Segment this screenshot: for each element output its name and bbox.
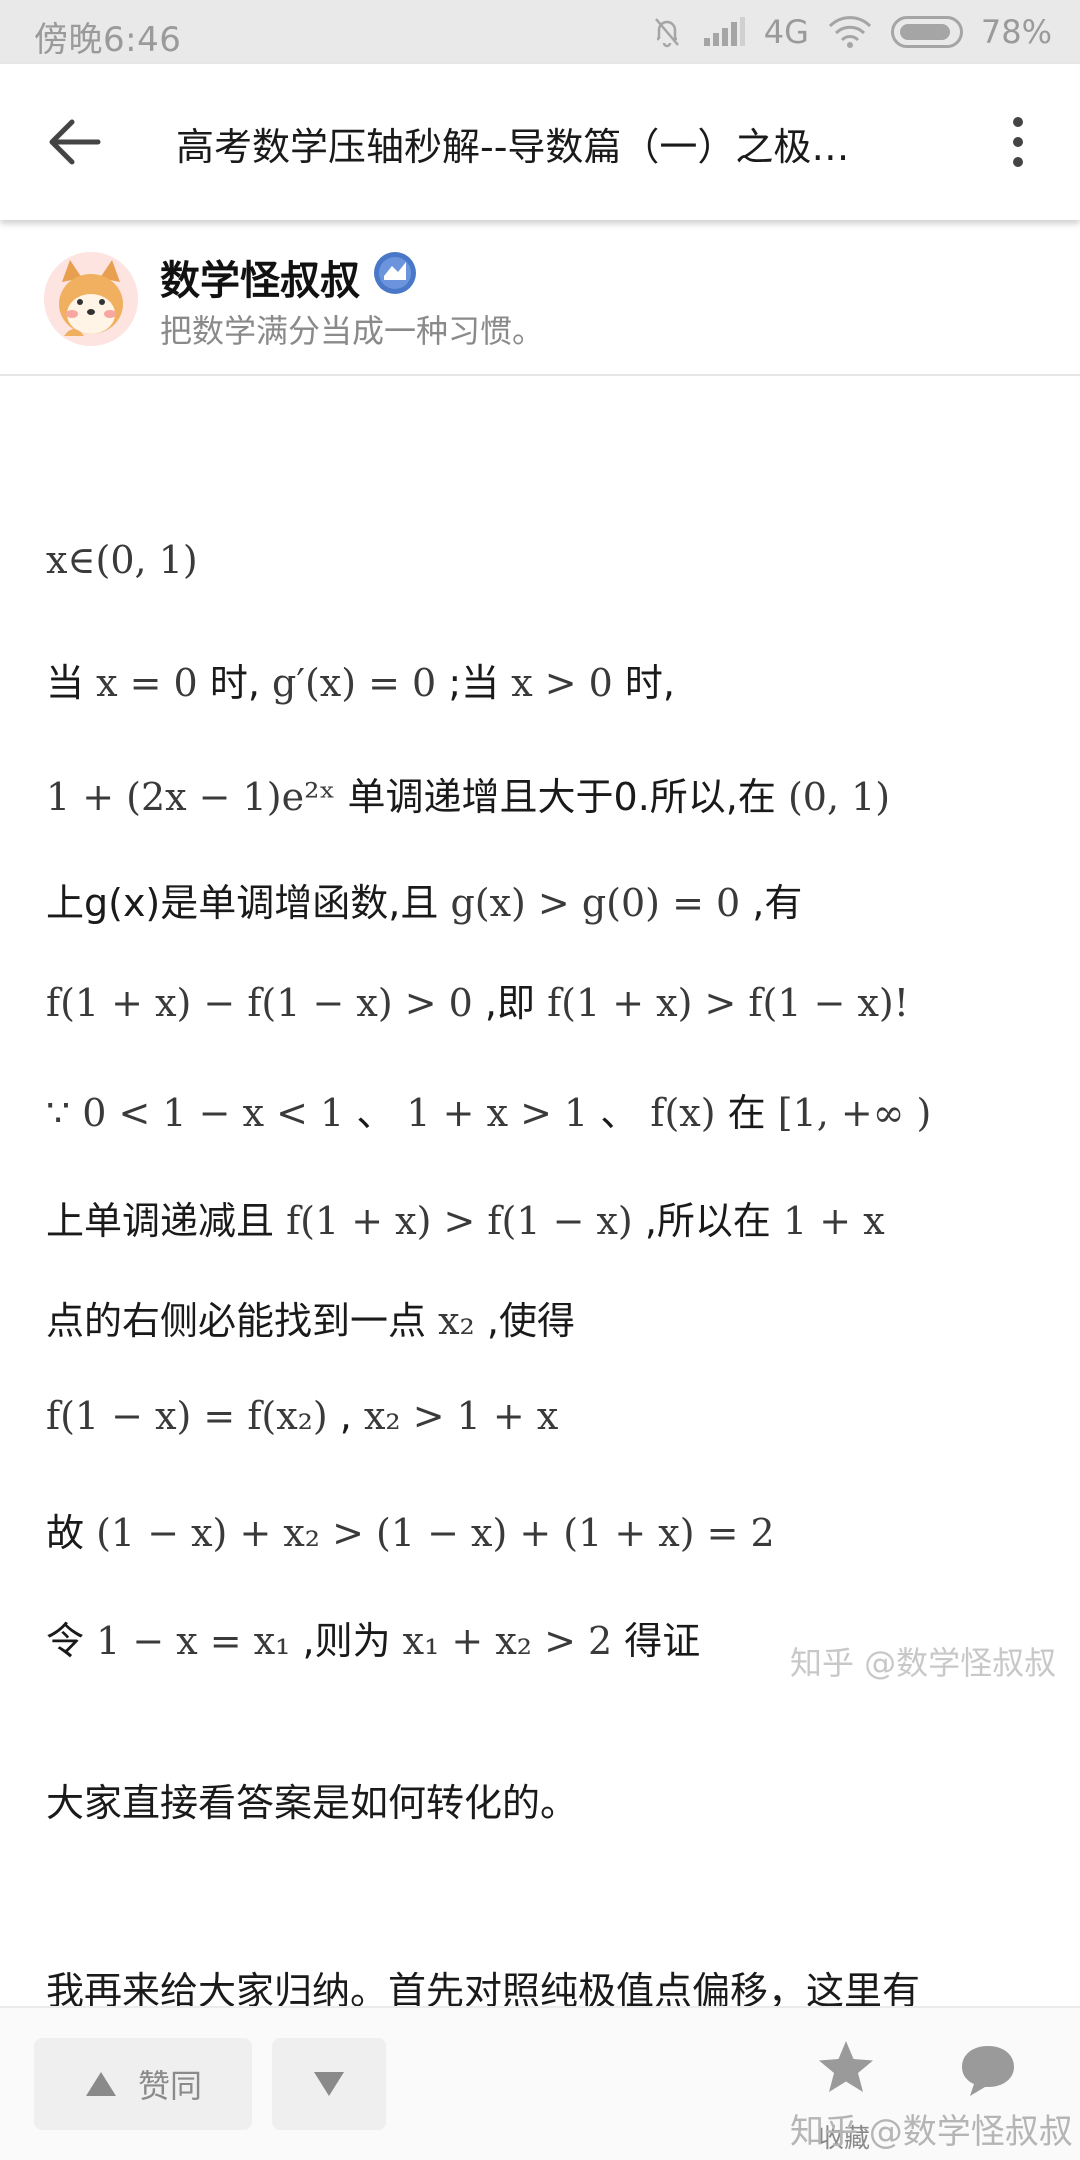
signal-icon [703,17,745,46]
text: 、 [600,1091,639,1135]
text: ,所以在 [644,1199,771,1243]
text: 时, [209,661,260,705]
mute-bell-icon [654,18,679,48]
vote-up-button[interactable]: 赞同 [34,2038,252,2130]
shiba-avatar-icon [44,252,138,346]
text: ,使得 [486,1299,575,1343]
article-title: 高考数学压轴秒解--导数篇（一）之极… [176,125,850,169]
comment-bubble-icon[interactable] [958,2042,1018,2098]
avatar[interactable] [44,252,138,346]
paragraph-line: 令 1 − x = x₁ ,则为 x₁ + x₂ > 2 得证 [46,1610,700,1665]
app-bar: 高考数学压轴秒解--导数篇（一）之极… [0,64,1080,220]
bottom-action-bar: 赞同 收藏 知乎 @数学怪叔叔 [0,2006,1080,2160]
status-time: 傍晚6:46 [34,20,182,60]
formula: f(1 + x) > f(1 − x)! [547,981,910,1025]
vote-down-button[interactable] [272,2038,386,2130]
text: 单调递增且大于0.所以,在 [347,775,776,819]
formula: x > 0 [511,661,613,705]
author-row[interactable]: 数学怪叔叔 把数学满分当成一种习惯。 [0,226,1080,376]
text: , [339,1394,352,1438]
text: 故 [46,1511,85,1555]
formula: 1 − x = x₁ [96,1619,291,1663]
formula: f(1 + x) > f(1 − x) [286,1199,633,1243]
paragraph: 大家直接看答案是如何转化的。 [46,1781,579,1825]
paragraph-line: 点的右侧必能找到一点 x₂ ,使得 [46,1290,575,1345]
paragraph-line: f(1 + x) − f(1 − x) > 0 ,即 f(1 + x) > f(… [46,972,909,1027]
text: 、 [356,1091,395,1135]
paragraph-line: 故 (1 − x) + x₂ > (1 − x) + (1 + x) = 2 [46,1502,775,1557]
paragraph-line: 上单调递减且 f(1 + x) > f(1 − x) ,所以在 1 + x [46,1190,885,1245]
text: 得证 [624,1619,701,1663]
paragraph-line: f(1 − x) = f(x₂) , x₂ > 1 + x [46,1394,558,1438]
formula: g′(x) = 0 [272,661,437,705]
formula: x = 0 [96,661,198,705]
network-type: 4G [763,13,809,51]
text: 当 [46,661,85,705]
star-icon[interactable] [816,2038,876,2098]
status-bar: 傍晚6:46 4G 78% [0,0,1080,64]
text: 上g(x)是单调增函数,且 [46,881,439,925]
more-vertical-icon[interactable] [998,116,1038,168]
text: 时, [624,661,676,705]
triangle-down-icon [314,2072,344,2096]
formula: ∵ 0 < 1 − x < 1 [46,1091,345,1135]
formula: f(1 + x) − f(1 − x) > 0 [46,981,473,1025]
formula: [1, +∞ ) [777,1091,932,1135]
formula: 1 + (2x − 1)e²ˣ [46,775,336,819]
back-arrow-icon[interactable] [46,118,102,166]
author-name[interactable]: 数学怪叔叔 [160,248,360,306]
text: 令 [46,1619,85,1663]
bottom-watermark: 知乎 @数学怪叔叔 [790,2112,1073,2152]
formula: 1 + x > 1 [406,1091,589,1135]
battery-icon [890,16,963,48]
formula-line: x∈(0, 1) [46,538,198,582]
formula: f(1 − x) = f(x₂) [46,1394,328,1438]
wifi-icon [828,16,871,48]
formula: x∈(0, 1) [46,538,198,582]
paragraph-line: 1 + (2x − 1)e²ˣ 单调递增且大于0.所以,在 (0, 1) [46,766,890,821]
image-watermark: 知乎 @数学怪叔叔 [790,1644,1057,1682]
text: 在 [727,1091,766,1135]
paragraph-line: 上g(x)是单调增函数,且 g(x) > g(0) = 0 ,有 [46,872,802,927]
formula: x₂ > 1 + x [363,1394,559,1438]
status-icons: 4G 78% [650,10,1052,54]
formula: f(x) [650,1091,716,1135]
battery-percent: 78% [980,13,1052,51]
formula: 1 + x [783,1199,885,1243]
text: 上单调递减且 [46,1199,275,1243]
formula: (0, 1) [787,775,891,819]
vote-up-label: 赞同 [137,2067,202,2105]
author-bio: 把数学满分当成一种习惯。 [160,312,545,350]
verified-badge-icon [374,252,416,294]
formula: g(x) > g(0) = 0 [450,881,741,925]
text: 点的右侧必能找到一点 [46,1299,427,1343]
formula: (1 − x) + x₂ > (1 − x) + (1 + x) = 2 [96,1511,775,1555]
text: ,有 [752,881,803,925]
formula: x₁ + x₂ > 2 [402,1619,613,1663]
paragraph-line: 当 x = 0 时, g′(x) = 0 ;当 x > 0 时, [46,652,675,707]
paragraph-line: ∵ 0 < 1 − x < 1 、 1 + x > 1 、 f(x) 在 [1,… [46,1082,931,1137]
triangle-up-icon [85,2072,116,2096]
text: ,则为 [302,1619,391,1663]
text: ;当 [448,661,500,705]
text: ,即 [484,981,536,1025]
formula: x₂ [438,1299,475,1343]
